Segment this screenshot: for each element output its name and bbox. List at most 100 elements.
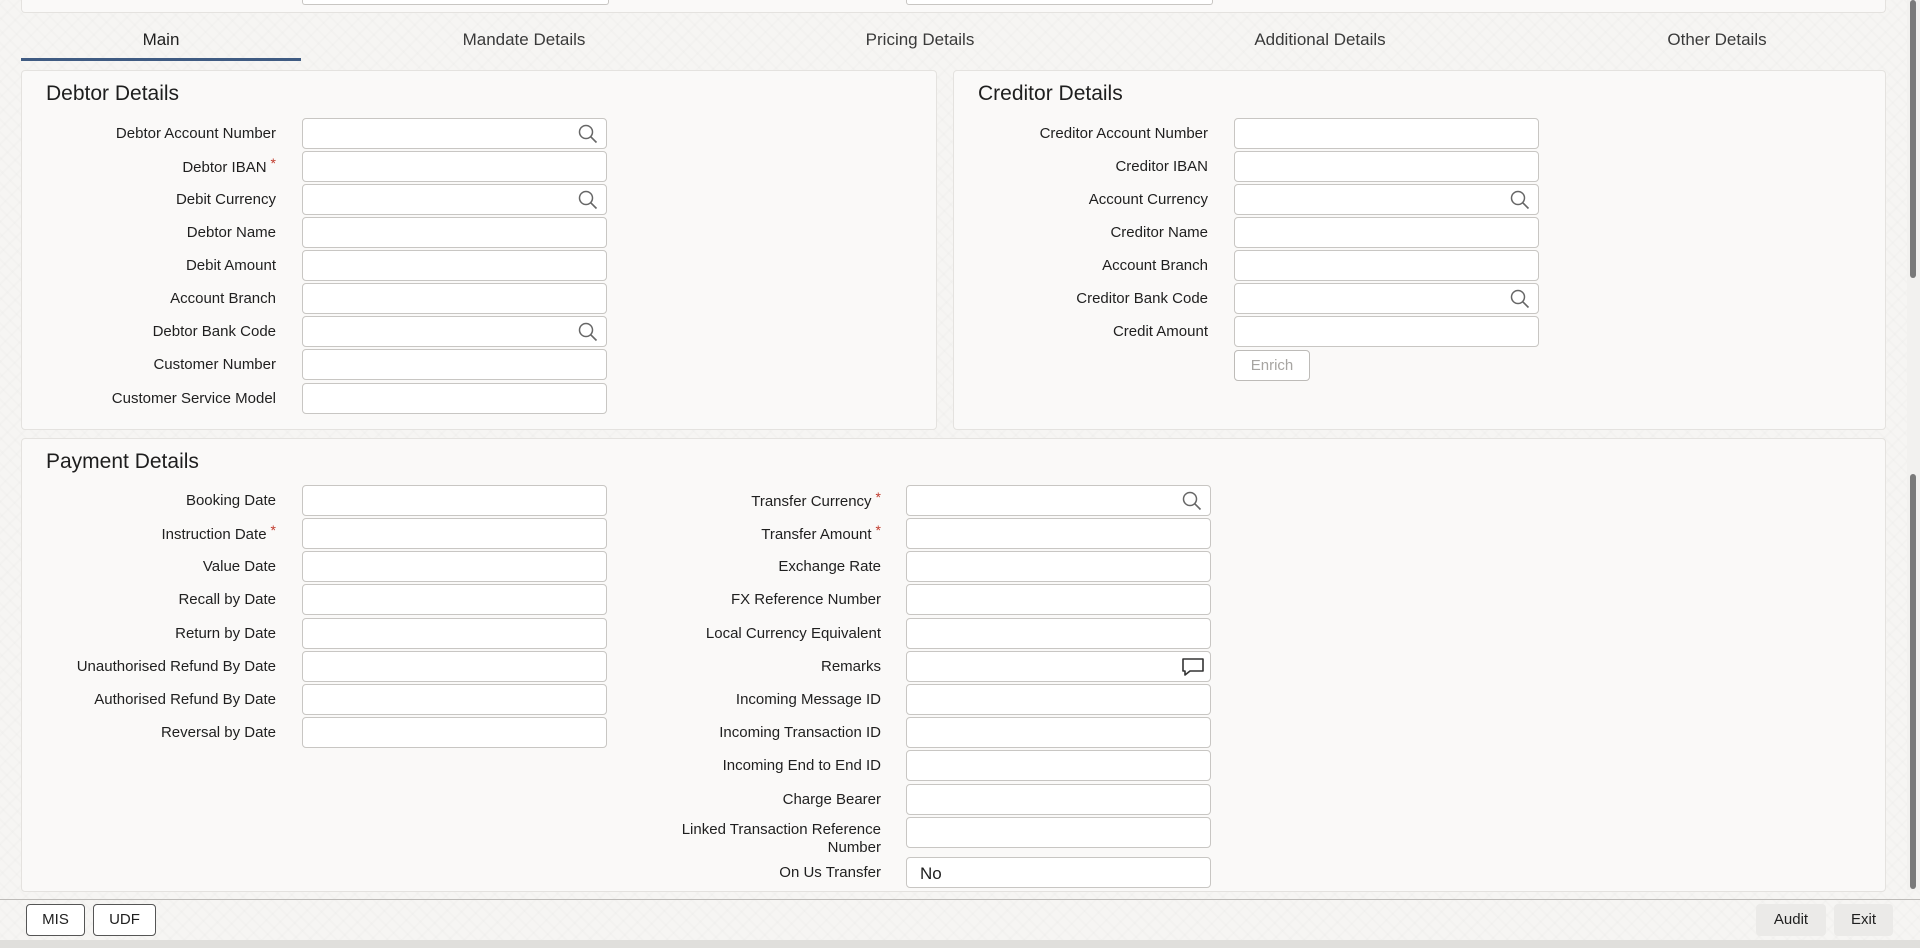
instruction-date-input[interactable] [302, 518, 607, 549]
credit-amount-label: Credit Amount [1112, 323, 1208, 340]
exit-button[interactable]: Exit [1834, 904, 1893, 936]
tab-main[interactable]: Main [21, 26, 301, 60]
debit-currency-input[interactable] [302, 184, 607, 215]
unauthorised-refund-date-label: Unauthorised Refund By Date [76, 658, 276, 675]
recall-by-date-label: Recall by Date [178, 591, 276, 608]
reversal-by-date-label: Reversal by Date [160, 724, 276, 741]
footer-divider [0, 899, 1920, 900]
booking-date-input[interactable] [302, 485, 607, 516]
customer-service-model-label: Customer Service Model [111, 390, 276, 407]
required-marker: * [270, 155, 276, 171]
debtor-iban-input[interactable] [302, 151, 607, 182]
fx-reference-number-input[interactable] [906, 584, 1211, 615]
on-us-transfer-label: On Us Transfer [779, 864, 881, 881]
previous-input-edge [906, 0, 1213, 5]
transfer-amount-input[interactable] [906, 518, 1211, 549]
incoming-message-id-input[interactable] [906, 684, 1211, 715]
tab-other-details[interactable]: Other Details [1587, 26, 1847, 60]
linked-transaction-reference-label: Linked Transaction Reference Number [681, 821, 881, 856]
incoming-end-to-end-id-label: Incoming End to End ID [722, 757, 881, 774]
search-icon[interactable] [578, 322, 598, 342]
bottom-bar [0, 940, 1920, 948]
account-currency-input[interactable] [1234, 184, 1539, 215]
tab-additional-details[interactable]: Additional Details [1190, 26, 1450, 60]
instruction-date-label: Instruction Date * [161, 522, 276, 543]
local-currency-equivalent-label: Local Currency Equivalent [705, 625, 881, 642]
debtor-account-branch-input[interactable] [302, 283, 607, 314]
previous-input-edge [302, 0, 609, 5]
scrollbar-thumb[interactable] [1910, 474, 1916, 889]
debit-amount-label: Debit Amount [185, 257, 276, 274]
reversal-by-date-input[interactable] [302, 717, 607, 748]
debtor-bank-code-label: Debtor Bank Code [152, 323, 276, 340]
linked-transaction-reference-input[interactable] [906, 817, 1211, 848]
tab-pricing-details[interactable]: Pricing Details [790, 26, 1050, 60]
search-icon[interactable] [578, 190, 598, 210]
creditor-account-branch-input[interactable] [1234, 250, 1539, 281]
debtor-bank-code-input[interactable] [302, 316, 607, 347]
creditor-iban-input[interactable] [1234, 151, 1539, 182]
udf-button[interactable]: UDF [93, 904, 156, 936]
creditor-name-label: Creditor Name [1110, 224, 1208, 241]
incoming-end-to-end-id-input[interactable] [906, 750, 1211, 781]
remarks-label: Remarks [820, 658, 881, 675]
audit-button[interactable]: Audit [1756, 904, 1826, 936]
unauthorised-refund-date-input[interactable] [302, 651, 607, 682]
authorised-refund-date-input[interactable] [302, 684, 607, 715]
on-us-transfer-input[interactable]: No [906, 857, 1211, 888]
creditor-account-branch-label: Account Branch [1102, 257, 1208, 274]
customer-number-input[interactable] [302, 349, 607, 380]
recall-by-date-input[interactable] [302, 584, 607, 615]
transfer-currency-input[interactable] [906, 485, 1211, 516]
customer-service-model-input[interactable] [302, 383, 607, 414]
debtor-details-title: Debtor Details [46, 82, 180, 105]
remarks-input[interactable] [906, 651, 1211, 682]
transfer-amount-label: Transfer Amount * [761, 522, 881, 543]
exchange-rate-input[interactable] [906, 551, 1211, 582]
debtor-name-input[interactable] [302, 217, 607, 248]
return-by-date-label: Return by Date [175, 625, 276, 642]
account-currency-label: Account Currency [1088, 191, 1208, 208]
local-currency-equivalent-input[interactable] [906, 618, 1211, 649]
creditor-account-number-input[interactable] [1234, 118, 1539, 149]
incoming-message-id-label: Incoming Message ID [735, 691, 881, 708]
charge-bearer-label: Charge Bearer [782, 791, 881, 808]
active-tab-indicator [21, 58, 301, 61]
creditor-iban-label: Creditor IBAN [1115, 158, 1208, 175]
return-by-date-input[interactable] [302, 618, 607, 649]
mis-button[interactable]: MIS [26, 904, 85, 936]
search-icon[interactable] [1510, 289, 1530, 309]
search-icon[interactable] [1510, 190, 1530, 210]
tab-mandate-details[interactable]: Mandate Details [394, 26, 654, 60]
incoming-transaction-id-input[interactable] [906, 717, 1211, 748]
creditor-details-title: Creditor Details [978, 82, 1123, 105]
payment-details-title: Payment Details [46, 450, 199, 473]
customer-number-label: Customer Number [153, 356, 276, 373]
debtor-account-number-input[interactable] [302, 118, 607, 149]
scrollbar-thumb-top[interactable] [1910, 0, 1916, 278]
exchange-rate-label: Exchange Rate [778, 558, 881, 575]
creditor-name-input[interactable] [1234, 217, 1539, 248]
search-icon[interactable] [578, 124, 598, 144]
required-marker: * [270, 522, 276, 538]
debit-currency-label: Debit Currency [175, 191, 276, 208]
required-marker: * [875, 489, 881, 505]
value-date-label: Value Date [202, 558, 276, 575]
search-icon[interactable] [1182, 491, 1202, 511]
charge-bearer-input[interactable] [906, 784, 1211, 815]
transfer-currency-label: Transfer Currency * [751, 489, 881, 510]
fx-reference-number-label: FX Reference Number [730, 591, 881, 608]
credit-amount-input[interactable] [1234, 316, 1539, 347]
creditor-bank-code-input[interactable] [1234, 283, 1539, 314]
required-marker: * [875, 522, 881, 538]
debtor-account-number-label: Debtor Account Number [115, 125, 276, 142]
value-date-input[interactable] [302, 551, 607, 582]
debtor-iban-label: Debtor IBAN * [182, 155, 276, 176]
enrich-button[interactable]: Enrich [1234, 350, 1310, 381]
debtor-name-label: Debtor Name [186, 224, 276, 241]
comment-icon[interactable] [1180, 656, 1206, 678]
authorised-refund-date-label: Authorised Refund By Date [94, 691, 276, 708]
debit-amount-input[interactable] [302, 250, 607, 281]
booking-date-label: Booking Date [185, 492, 276, 509]
debtor-account-branch-label: Account Branch [170, 290, 276, 307]
